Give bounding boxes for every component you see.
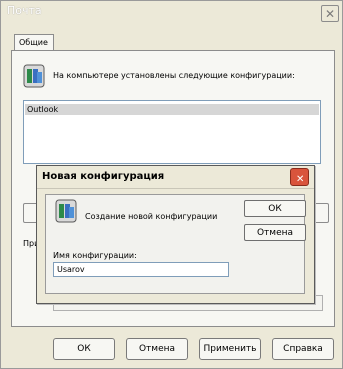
mail-config-icon: [23, 64, 45, 88]
close-icon: ✕: [324, 6, 336, 21]
dialog-title: Новая конфигурация: [42, 171, 165, 182]
configurations-list[interactable]: Outlook: [23, 100, 321, 164]
dialog-description: Создание новой конфигурации: [85, 212, 218, 221]
cancel-button[interactable]: Отмена: [126, 338, 188, 360]
mail-config-icon: [55, 199, 77, 223]
close-icon: ✕: [296, 174, 305, 185]
dialog-cancel-button[interactable]: Отмена: [244, 224, 306, 241]
config-name-input[interactable]: [53, 262, 229, 277]
dialog-titlebar: Новая конфигурация ✕: [37, 166, 314, 189]
dialog-close-button[interactable]: ✕: [290, 168, 309, 186]
list-item[interactable]: Outlook: [25, 104, 319, 115]
window-title: Почта: [7, 4, 42, 17]
help-button[interactable]: Справка: [272, 338, 334, 360]
dialog-ok-button[interactable]: ОК: [244, 200, 306, 217]
ok-button[interactable]: ОК: [53, 338, 115, 360]
tab-general[interactable]: Общие: [14, 34, 54, 50]
window-close-button[interactable]: ✕: [321, 5, 339, 22]
new-configuration-dialog: Новая конфигурация ✕ Создание новой конф…: [36, 165, 315, 304]
apply-button[interactable]: Применить: [199, 338, 261, 360]
config-name-label: Имя конфигурации:: [53, 251, 137, 260]
configurations-info-text: На компьютере установлены следующие конф…: [53, 71, 295, 80]
